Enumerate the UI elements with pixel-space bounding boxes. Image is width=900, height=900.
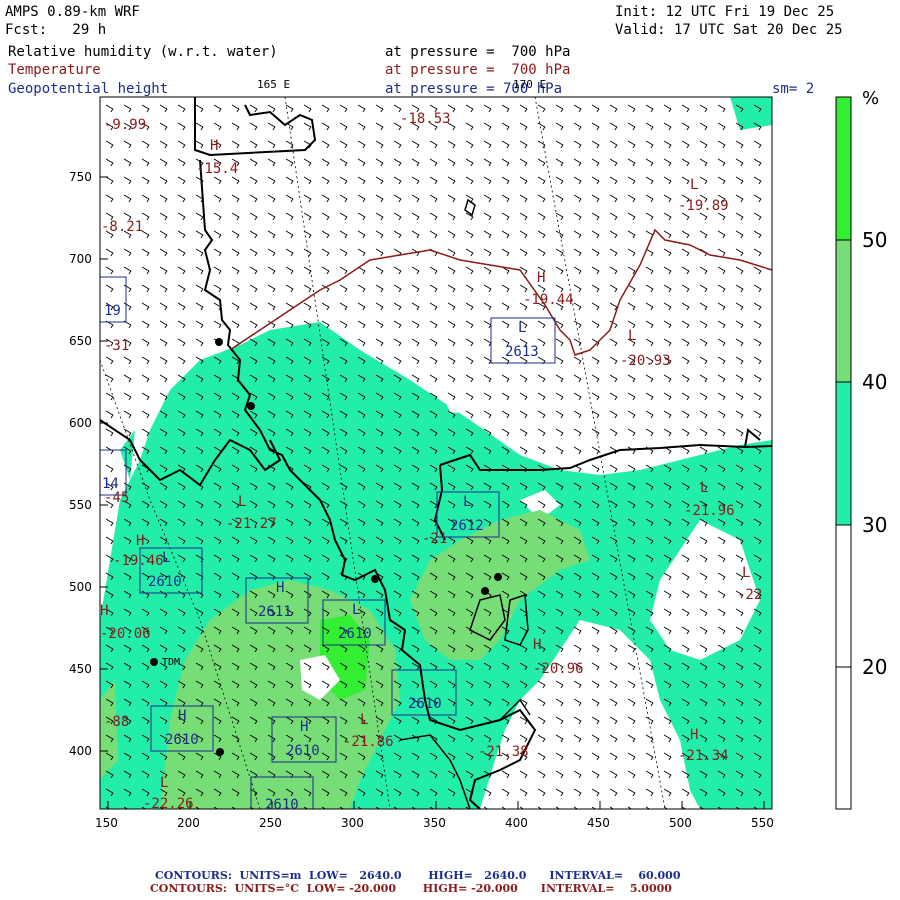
colorbar-20 bbox=[836, 525, 851, 667]
high-marker: H bbox=[178, 708, 187, 724]
map-plot bbox=[99, 96, 852, 810]
high-marker: H bbox=[100, 603, 109, 619]
temp-label: -9.99 bbox=[104, 117, 147, 133]
y-tick-label: 550 bbox=[69, 498, 92, 512]
colorbar-10 bbox=[836, 667, 851, 809]
temp-label: -21.38 bbox=[478, 744, 529, 760]
temp-label: -20.06 bbox=[100, 626, 151, 642]
height-label: 19 bbox=[104, 303, 121, 319]
temp-label: -8.21 bbox=[101, 219, 144, 235]
temp-label: -21 bbox=[422, 531, 448, 547]
temp-label: -22.26 bbox=[143, 796, 194, 812]
colorbar-40 bbox=[836, 240, 851, 382]
temp-label: -19.44 bbox=[523, 292, 574, 308]
y-tick-label: 600 bbox=[69, 416, 92, 430]
y-tick-label: 450 bbox=[69, 662, 92, 676]
height-label: 2612 bbox=[450, 518, 484, 534]
temp-label: -18.53 bbox=[400, 111, 451, 127]
height-label: 2610 bbox=[408, 696, 442, 712]
height-label: 14 bbox=[102, 476, 119, 492]
colorbar-label-20: 20 bbox=[862, 655, 888, 679]
y-tick-label: 650 bbox=[69, 334, 92, 348]
temp-label: -22 bbox=[737, 587, 763, 603]
colorbar bbox=[835, 96, 852, 810]
y-tick-label: 700 bbox=[69, 252, 92, 266]
height-label: 2610 bbox=[148, 574, 182, 590]
height-label: 2610 bbox=[165, 732, 199, 748]
x-tick-label: 250 bbox=[259, 816, 282, 830]
high-marker: H bbox=[300, 719, 309, 735]
low-marker: L bbox=[238, 494, 247, 510]
station-label-tdm: TDM bbox=[162, 657, 181, 668]
temp-label: -20.96 bbox=[533, 661, 584, 677]
x-tick-label: 450 bbox=[587, 816, 610, 830]
low-marker: L bbox=[352, 602, 361, 618]
low-marker: L bbox=[690, 177, 699, 193]
temp-label: -15.4 bbox=[196, 161, 239, 177]
height-label: 2610 bbox=[286, 743, 320, 759]
y-tick-label: 750 bbox=[69, 170, 92, 184]
colorbar-30 bbox=[836, 382, 851, 525]
y-tick-label: 500 bbox=[69, 580, 92, 594]
temp-label: -19.89 bbox=[678, 198, 729, 214]
colorbar-label-50: 50 bbox=[862, 228, 888, 252]
height-label: 2610 bbox=[338, 626, 372, 642]
temp-label: -21.96 bbox=[684, 503, 735, 519]
temp-label: -20.93 bbox=[620, 353, 671, 369]
temp-label: -19.46 bbox=[113, 553, 164, 569]
x-tick-label: 350 bbox=[423, 816, 446, 830]
high-marker: H bbox=[533, 637, 542, 653]
low-marker: L bbox=[162, 550, 171, 566]
x-tick-label: 200 bbox=[177, 816, 200, 830]
low-marker: L bbox=[360, 712, 369, 728]
high-marker: H bbox=[276, 580, 285, 596]
temp-label: -21.34 bbox=[678, 748, 729, 764]
x-tick-label: 500 bbox=[669, 816, 692, 830]
temp-label: -45 bbox=[104, 490, 130, 506]
low-marker: L bbox=[518, 320, 527, 336]
low-marker: L bbox=[160, 775, 169, 791]
x-tick-label: 150 bbox=[95, 816, 118, 830]
height-label: 2610 bbox=[265, 797, 299, 813]
temp-label: -21.86 bbox=[343, 734, 394, 750]
high-marker: H bbox=[136, 533, 145, 549]
x-tick-label: 300 bbox=[341, 816, 364, 830]
temp-label: -21.27 bbox=[226, 516, 277, 532]
colorbar-label-40: 40 bbox=[862, 370, 888, 394]
low-marker: L bbox=[463, 494, 472, 510]
high-marker: H bbox=[210, 138, 219, 154]
high-marker: H bbox=[690, 727, 699, 743]
colorbar-50 bbox=[836, 97, 851, 240]
x-tick-label: 550 bbox=[751, 816, 774, 830]
high-marker: H bbox=[537, 270, 546, 286]
footer-height-contours: CONTOURS: UNITS=m LOW= 2640.0 HIGH= 2640… bbox=[155, 869, 681, 882]
height-label: 2611 bbox=[258, 604, 292, 620]
footer-temp-contours: CONTOURS: UNITS=°C LOW= -20.000 HIGH= -2… bbox=[150, 882, 672, 895]
low-marker: L bbox=[742, 565, 751, 581]
temp-label: -31 bbox=[104, 338, 130, 354]
height-label: 2613 bbox=[505, 344, 539, 360]
low-marker: L bbox=[628, 328, 637, 344]
temp-label: -88 bbox=[104, 714, 130, 730]
colorbar-unit: % bbox=[862, 88, 880, 109]
colorbar-label-30: 30 bbox=[862, 513, 888, 537]
y-tick-label: 400 bbox=[69, 744, 92, 758]
x-tick-label: 400 bbox=[505, 816, 528, 830]
low-marker: L bbox=[700, 480, 709, 496]
